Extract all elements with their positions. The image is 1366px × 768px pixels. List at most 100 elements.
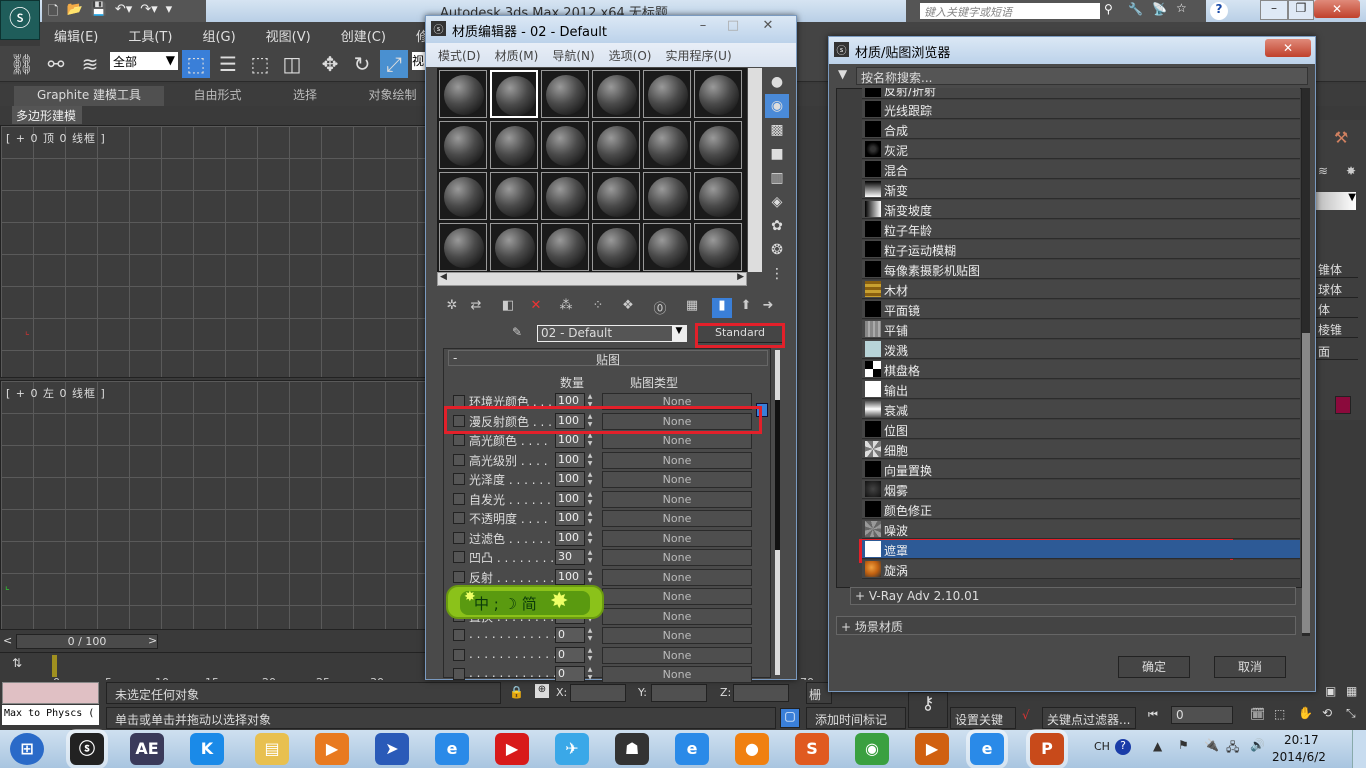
3ds-max-taskbar-icon[interactable]: ⓢ: [70, 733, 104, 765]
map-slot-button[interactable]: None: [602, 490, 752, 508]
rectangular-selection-icon[interactable]: ⬚: [246, 50, 274, 78]
pan-hand-icon[interactable]: ✋: [1298, 706, 1313, 720]
internet-explorer-taskbar-icon[interactable]: e: [435, 733, 469, 765]
amount-spinner[interactable]: ▲▼: [585, 647, 595, 663]
make-copy-icon[interactable]: ⁂: [556, 298, 576, 318]
show-hidden-icons[interactable]: ▲: [1153, 739, 1162, 753]
time-config-icon[interactable]: 🗓: [1250, 707, 1265, 721]
map-enable-checkbox[interactable]: [453, 453, 465, 466]
amount-spinner[interactable]: ▲▼: [585, 471, 595, 487]
volume-icon[interactable]: 🔊: [1250, 738, 1265, 752]
eyedropper-icon[interactable]: ✎: [512, 325, 522, 339]
put-to-scene-icon[interactable]: ⇄: [466, 298, 486, 318]
object-type-geosphere[interactable]: 球体: [1316, 280, 1358, 298]
make-preview-icon[interactable]: ◈: [765, 190, 789, 214]
map-slot-button[interactable]: None: [602, 471, 752, 488]
material-id-icon[interactable]: ⓪: [650, 298, 670, 318]
arrow-app-taskbar-icon[interactable]: ➤: [375, 733, 409, 765]
game-taskbar-icon[interactable]: ☗: [615, 733, 649, 765]
key-mode-icon[interactable]: ⏮: [1148, 708, 1158, 722]
background-icon[interactable]: ▩: [765, 118, 789, 142]
ime-status-bar[interactable]: 中 ; ☽ 简 ✸ ✸: [446, 585, 604, 619]
unlink-icon[interactable]: ⚯: [42, 50, 70, 78]
zoom-extents-all-icon[interactable]: ▦: [1346, 684, 1357, 698]
map-slot-button[interactable]: None: [602, 627, 752, 644]
object-type-tube[interactable]: 体: [1316, 300, 1358, 318]
menu-utilities[interactable]: 实用程序(U): [665, 47, 731, 63]
map-list-item[interactable]: 位图: [862, 420, 1300, 439]
map-enable-checkbox[interactable]: [453, 668, 465, 680]
map-list-item[interactable]: 每像素摄影机贴图: [862, 260, 1300, 279]
kugou-taskbar-icon[interactable]: K: [190, 733, 224, 765]
map-list-item[interactable]: 粒子年龄: [862, 220, 1300, 239]
video-color-check-icon[interactable]: ▥: [765, 166, 789, 190]
show-map-icon[interactable]: ▦: [682, 298, 702, 318]
category-dropdown[interactable]: ▼: [1316, 192, 1356, 210]
chrome-taskbar-icon[interactable]: ◉: [855, 733, 889, 765]
map-slot-button[interactable]: None: [602, 646, 752, 664]
lock-icon[interactable]: 🔒: [509, 685, 524, 699]
amount-spinner[interactable]: ▲▼: [585, 530, 595, 546]
reset-map-icon[interactable]: ✕: [526, 298, 546, 318]
map-list-item[interactable]: 木材: [862, 280, 1300, 299]
application-button[interactable]: ⓢ: [0, 0, 40, 40]
sample-slot[interactable]: [643, 121, 691, 169]
map-amount-field[interactable]: 100: [555, 510, 585, 526]
vray-group-header[interactable]: + V-Ray Adv 2.10.01: [850, 587, 1296, 605]
map-amount-field[interactable]: 100: [555, 432, 585, 448]
amount-spinner[interactable]: ▲▼: [585, 569, 595, 585]
sample-slot[interactable]: [694, 70, 742, 118]
amount-spinner[interactable]: ▲▼: [585, 452, 595, 468]
map-amount-field[interactable]: 100: [555, 451, 585, 468]
minimize-button[interactable]: –: [688, 18, 718, 36]
zoom-region-icon[interactable]: ⬚: [1274, 707, 1285, 721]
close-button[interactable]: ✕: [748, 18, 788, 36]
sample-slot[interactable]: [592, 70, 640, 118]
menu-material[interactable]: 材质(M): [495, 47, 539, 63]
map-list-item[interactable]: 光线跟踪: [862, 100, 1300, 119]
clock-date[interactable]: 2014/6/2: [1272, 750, 1326, 764]
curve-editor-icon[interactable]: ⇅: [12, 656, 22, 670]
select-by-material-icon[interactable]: ❂: [765, 238, 789, 262]
prev-frame-icon[interactable]: <: [3, 634, 12, 647]
menu-group[interactable]: 组(G): [202, 26, 235, 45]
menu-create[interactable]: 创建(C): [341, 26, 386, 45]
map-list-item[interactable]: 渐变坡度: [862, 200, 1300, 219]
map-list-item[interactable]: 粒子运动模糊: [862, 240, 1300, 259]
tab-graphite[interactable]: Graphite 建模工具: [14, 86, 164, 106]
next-frame-icon[interactable]: >: [148, 634, 157, 647]
menu-options[interactable]: 选项(O): [609, 47, 652, 63]
amount-spinner[interactable]: ▲▼: [585, 432, 595, 448]
map-list-item[interactable]: 泼溅: [862, 340, 1300, 359]
sample-slot[interactable]: [439, 172, 487, 220]
minimize-button[interactable]: –: [1260, 0, 1288, 20]
map-amount-field[interactable]: 100: [555, 529, 585, 546]
map-list-item[interactable]: 向量置换: [862, 460, 1300, 479]
customize-qat-icon[interactable]: ▾: [166, 2, 173, 20]
material-navigator-icon[interactable]: ⋮: [765, 262, 789, 286]
map-slot-button[interactable]: None: [602, 451, 752, 469]
map-slot-button[interactable]: None: [602, 529, 752, 547]
map-list-item[interactable]: 噪波: [862, 520, 1300, 539]
add-time-tag[interactable]: 添加时间标记: [806, 707, 906, 729]
sample-slot[interactable]: [439, 121, 487, 169]
show-desktop-button[interactable]: [1352, 730, 1366, 768]
map-enable-checkbox[interactable]: [453, 512, 465, 524]
zoom-extents-icon[interactable]: ▣: [1325, 684, 1336, 698]
maxscript-listener[interactable]: [2, 682, 99, 704]
key-tangent-icon[interactable]: √: [1022, 708, 1030, 722]
time-slider[interactable]: 0 / 100: [16, 634, 158, 649]
backlight-icon[interactable]: ◉: [765, 94, 789, 118]
menu-edit[interactable]: 编辑(E): [54, 26, 98, 45]
systems-icon[interactable]: ✸: [1346, 164, 1356, 178]
sample-slot[interactable]: [592, 223, 640, 271]
network-icon[interactable]: 🖧: [1226, 738, 1239, 759]
viewport-left[interactable]: [ + 0 左 0 线框 ] ⌞: [0, 380, 426, 630]
redo-icon[interactable]: ↷▾: [140, 2, 157, 20]
qq-video-taskbar-icon[interactable]: ▶: [495, 733, 529, 765]
options-icon[interactable]: ✿: [765, 214, 789, 238]
maps-scrollbar[interactable]: [775, 350, 780, 675]
scene-materials-group-header[interactable]: + 场景材质: [836, 616, 1296, 635]
map-amount-field[interactable]: 30: [555, 549, 585, 565]
sample-slot[interactable]: [592, 121, 640, 169]
